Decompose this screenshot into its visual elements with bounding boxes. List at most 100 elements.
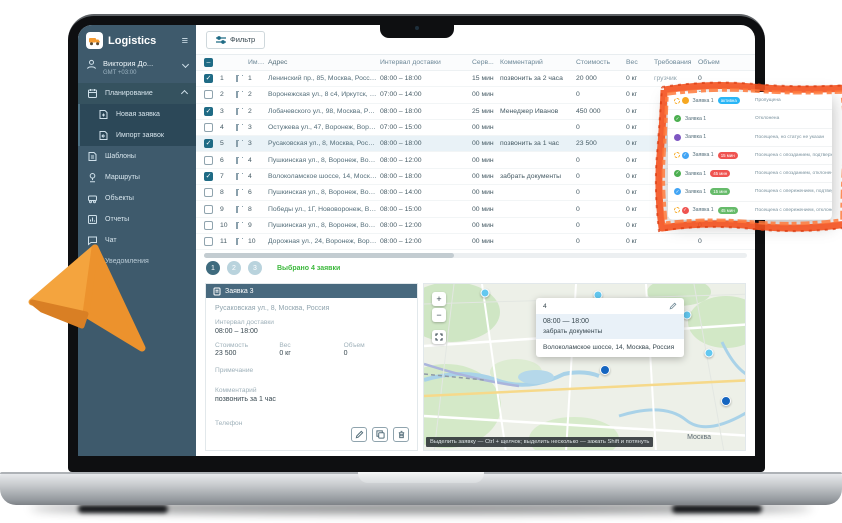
app-logo-icon bbox=[86, 32, 103, 49]
row-checkbox[interactable] bbox=[204, 90, 213, 99]
legend-status-description: Посещена, но статус не указан bbox=[755, 135, 824, 140]
fullscreen-button[interactable] bbox=[432, 330, 446, 344]
status-marker-icon bbox=[674, 152, 680, 158]
import-orders-icon bbox=[98, 130, 109, 141]
row-checkbox[interactable] bbox=[204, 188, 213, 197]
col-header-service[interactable]: Серв... bbox=[472, 59, 500, 66]
map-marker[interactable] bbox=[705, 349, 714, 358]
legend-status-badge: 45 мин bbox=[718, 207, 738, 214]
col-header-comment[interactable]: Комментарий bbox=[500, 59, 576, 66]
legend-order-label: Заявка 1 bbox=[693, 98, 714, 104]
details-volume-label: Объем bbox=[344, 342, 408, 349]
pencil-icon[interactable] bbox=[669, 302, 677, 310]
row-checkbox[interactable] bbox=[204, 156, 213, 165]
map-marker[interactable] bbox=[600, 365, 610, 375]
col-header-weight[interactable]: Вес bbox=[626, 59, 654, 66]
sidebar-item-templates[interactable]: Шаблоны bbox=[78, 146, 196, 167]
sidebar-item-import-orders[interactable]: Импорт заявок bbox=[78, 125, 196, 146]
routes-icon bbox=[87, 172, 98, 183]
details-weight-value: 0 кг bbox=[279, 350, 343, 357]
new-order-icon bbox=[98, 109, 109, 120]
legend-icons: ✓ bbox=[674, 170, 681, 177]
delete-button[interactable] bbox=[393, 427, 409, 442]
sidebar-item-new-order[interactable]: Новая заявка bbox=[78, 104, 196, 125]
status-marker-icon bbox=[674, 207, 680, 213]
table-row[interactable]: ✓ 1 1 Ленинский пр., 85, Москва, Россия … bbox=[196, 71, 755, 87]
select-all-checkbox[interactable]: – bbox=[204, 58, 213, 67]
objects-icon bbox=[87, 193, 98, 204]
col-header-requirements[interactable]: Требования bbox=[654, 59, 698, 66]
row-checkbox[interactable]: ✓ bbox=[204, 74, 213, 83]
laptop-base bbox=[0, 472, 842, 505]
legend-row: ✓ Заявка 1 45 мин Посещена с опозданием,… bbox=[668, 165, 832, 183]
zoom-out-button[interactable]: − bbox=[432, 308, 446, 322]
sidebar-item-objects[interactable]: Объекты bbox=[78, 188, 196, 209]
legend-row: Заявка 1 активна Пропущена bbox=[668, 92, 832, 110]
legend-status-description: Посещена с опережением, подтверждена bbox=[755, 189, 832, 194]
table-header: – Имя ↑ Адрес Интервал доставки Серв... … bbox=[196, 55, 755, 71]
menu-burger-icon[interactable]: ≡ bbox=[182, 35, 188, 47]
col-header-interval[interactable]: Интервал доставки bbox=[380, 59, 472, 66]
col-header-volume[interactable]: Объем bbox=[698, 59, 728, 66]
lock-icon bbox=[236, 206, 238, 213]
horizontal-scrollbar[interactable] bbox=[204, 253, 747, 258]
row-checkbox[interactable] bbox=[204, 237, 213, 246]
row-checkbox[interactable] bbox=[204, 123, 213, 132]
col-header-address[interactable]: Адрес bbox=[268, 59, 380, 66]
sidebar-item-routes[interactable]: Маршруты bbox=[78, 167, 196, 188]
page-button[interactable]: 2 bbox=[227, 261, 241, 275]
page-button[interactable]: 3 bbox=[248, 261, 262, 275]
status-marker-icon: ✓ bbox=[674, 170, 681, 177]
legend-row: ✓ Заявка 1 15 мин Посещена с опозданием,… bbox=[668, 147, 832, 165]
status-marker-icon: ✓ bbox=[682, 207, 689, 214]
filter-button[interactable]: Фильтр bbox=[206, 31, 265, 49]
status-marker-icon bbox=[674, 134, 681, 141]
col-header-cost[interactable]: Стоимость bbox=[576, 59, 626, 66]
legend-status-description: Отклонена bbox=[755, 116, 779, 121]
row-checkbox[interactable] bbox=[204, 205, 213, 214]
table-row[interactable]: 11 10 Дорожная ул., 24, Воронеж, Воро...… bbox=[196, 234, 755, 250]
document-icon bbox=[213, 287, 221, 296]
zoom-in-button[interactable]: + bbox=[432, 292, 446, 306]
page-button[interactable]: 1 bbox=[206, 261, 220, 275]
map-marker-popup: 4 08:00 — 18:00 забрать документы Волоко… bbox=[536, 298, 684, 357]
map-marker[interactable] bbox=[721, 396, 731, 406]
table-row[interactable]: 10 9 Пушкинская ул., 8, Воронеж, Вор... … bbox=[196, 218, 755, 234]
copy-icon bbox=[376, 430, 385, 439]
sidebar-item-label: Новая заявка bbox=[116, 111, 160, 118]
lock-icon bbox=[236, 75, 238, 82]
legend-row: ✓ Заявка 1 15 мин Посещена с опережением… bbox=[668, 183, 832, 201]
details-interval-value: 08:00 – 18:00 bbox=[215, 328, 408, 335]
chevron-down-icon bbox=[182, 61, 189, 68]
map-hint: Выделить заявку — Ctrl + щелчок; выделит… bbox=[426, 437, 653, 447]
sidebar-item-label: Отчеты bbox=[105, 216, 129, 223]
sidebar-item-label: Маршруты bbox=[105, 174, 140, 181]
laptop-foot-left bbox=[78, 505, 168, 513]
col-header-name[interactable]: Имя bbox=[248, 59, 264, 66]
legend-status-description: Посещена с опережением, отклонена bbox=[755, 208, 832, 213]
row-checkbox[interactable]: ✓ bbox=[204, 107, 213, 116]
legend-icons: ✓ bbox=[674, 188, 681, 195]
camera-dot bbox=[415, 26, 419, 30]
pencil-icon bbox=[355, 430, 364, 439]
main-content: Фильтр – Имя ↑ Адрес Интервал доставки С… bbox=[196, 25, 755, 456]
details-cost-label: Стоимость bbox=[215, 342, 279, 349]
sidebar-item-planning[interactable]: Планирование bbox=[78, 83, 196, 104]
edit-button[interactable] bbox=[351, 427, 367, 442]
row-checkbox[interactable] bbox=[204, 221, 213, 230]
row-checkbox[interactable]: ✓ bbox=[204, 139, 213, 148]
user-menu[interactable]: Виктория До... GMT +03:00 bbox=[78, 55, 196, 83]
status-legend-popup: Заявка 1 активна Пропущена ✓ Заявка 1 От… bbox=[668, 92, 832, 220]
status-marker-icon: ✓ bbox=[674, 115, 681, 122]
lock-icon bbox=[236, 140, 238, 147]
row-checkbox[interactable]: ✓ bbox=[204, 172, 213, 181]
copy-button[interactable] bbox=[372, 427, 388, 442]
details-note-label: Примечание bbox=[215, 367, 408, 374]
lock-icon bbox=[236, 189, 238, 196]
legend-status-description: Посещена с опозданием, подтверждена bbox=[755, 153, 832, 158]
sidebar-item-reports[interactable]: Отчеты bbox=[78, 209, 196, 230]
laptop-screen: Logistics ≡ Виктория До... GMT +03:00 bbox=[78, 25, 755, 456]
popup-interval: 08:00 — 18:00 bbox=[543, 318, 677, 325]
scrollbar-thumb[interactable] bbox=[204, 253, 454, 258]
map-marker[interactable] bbox=[481, 289, 490, 298]
